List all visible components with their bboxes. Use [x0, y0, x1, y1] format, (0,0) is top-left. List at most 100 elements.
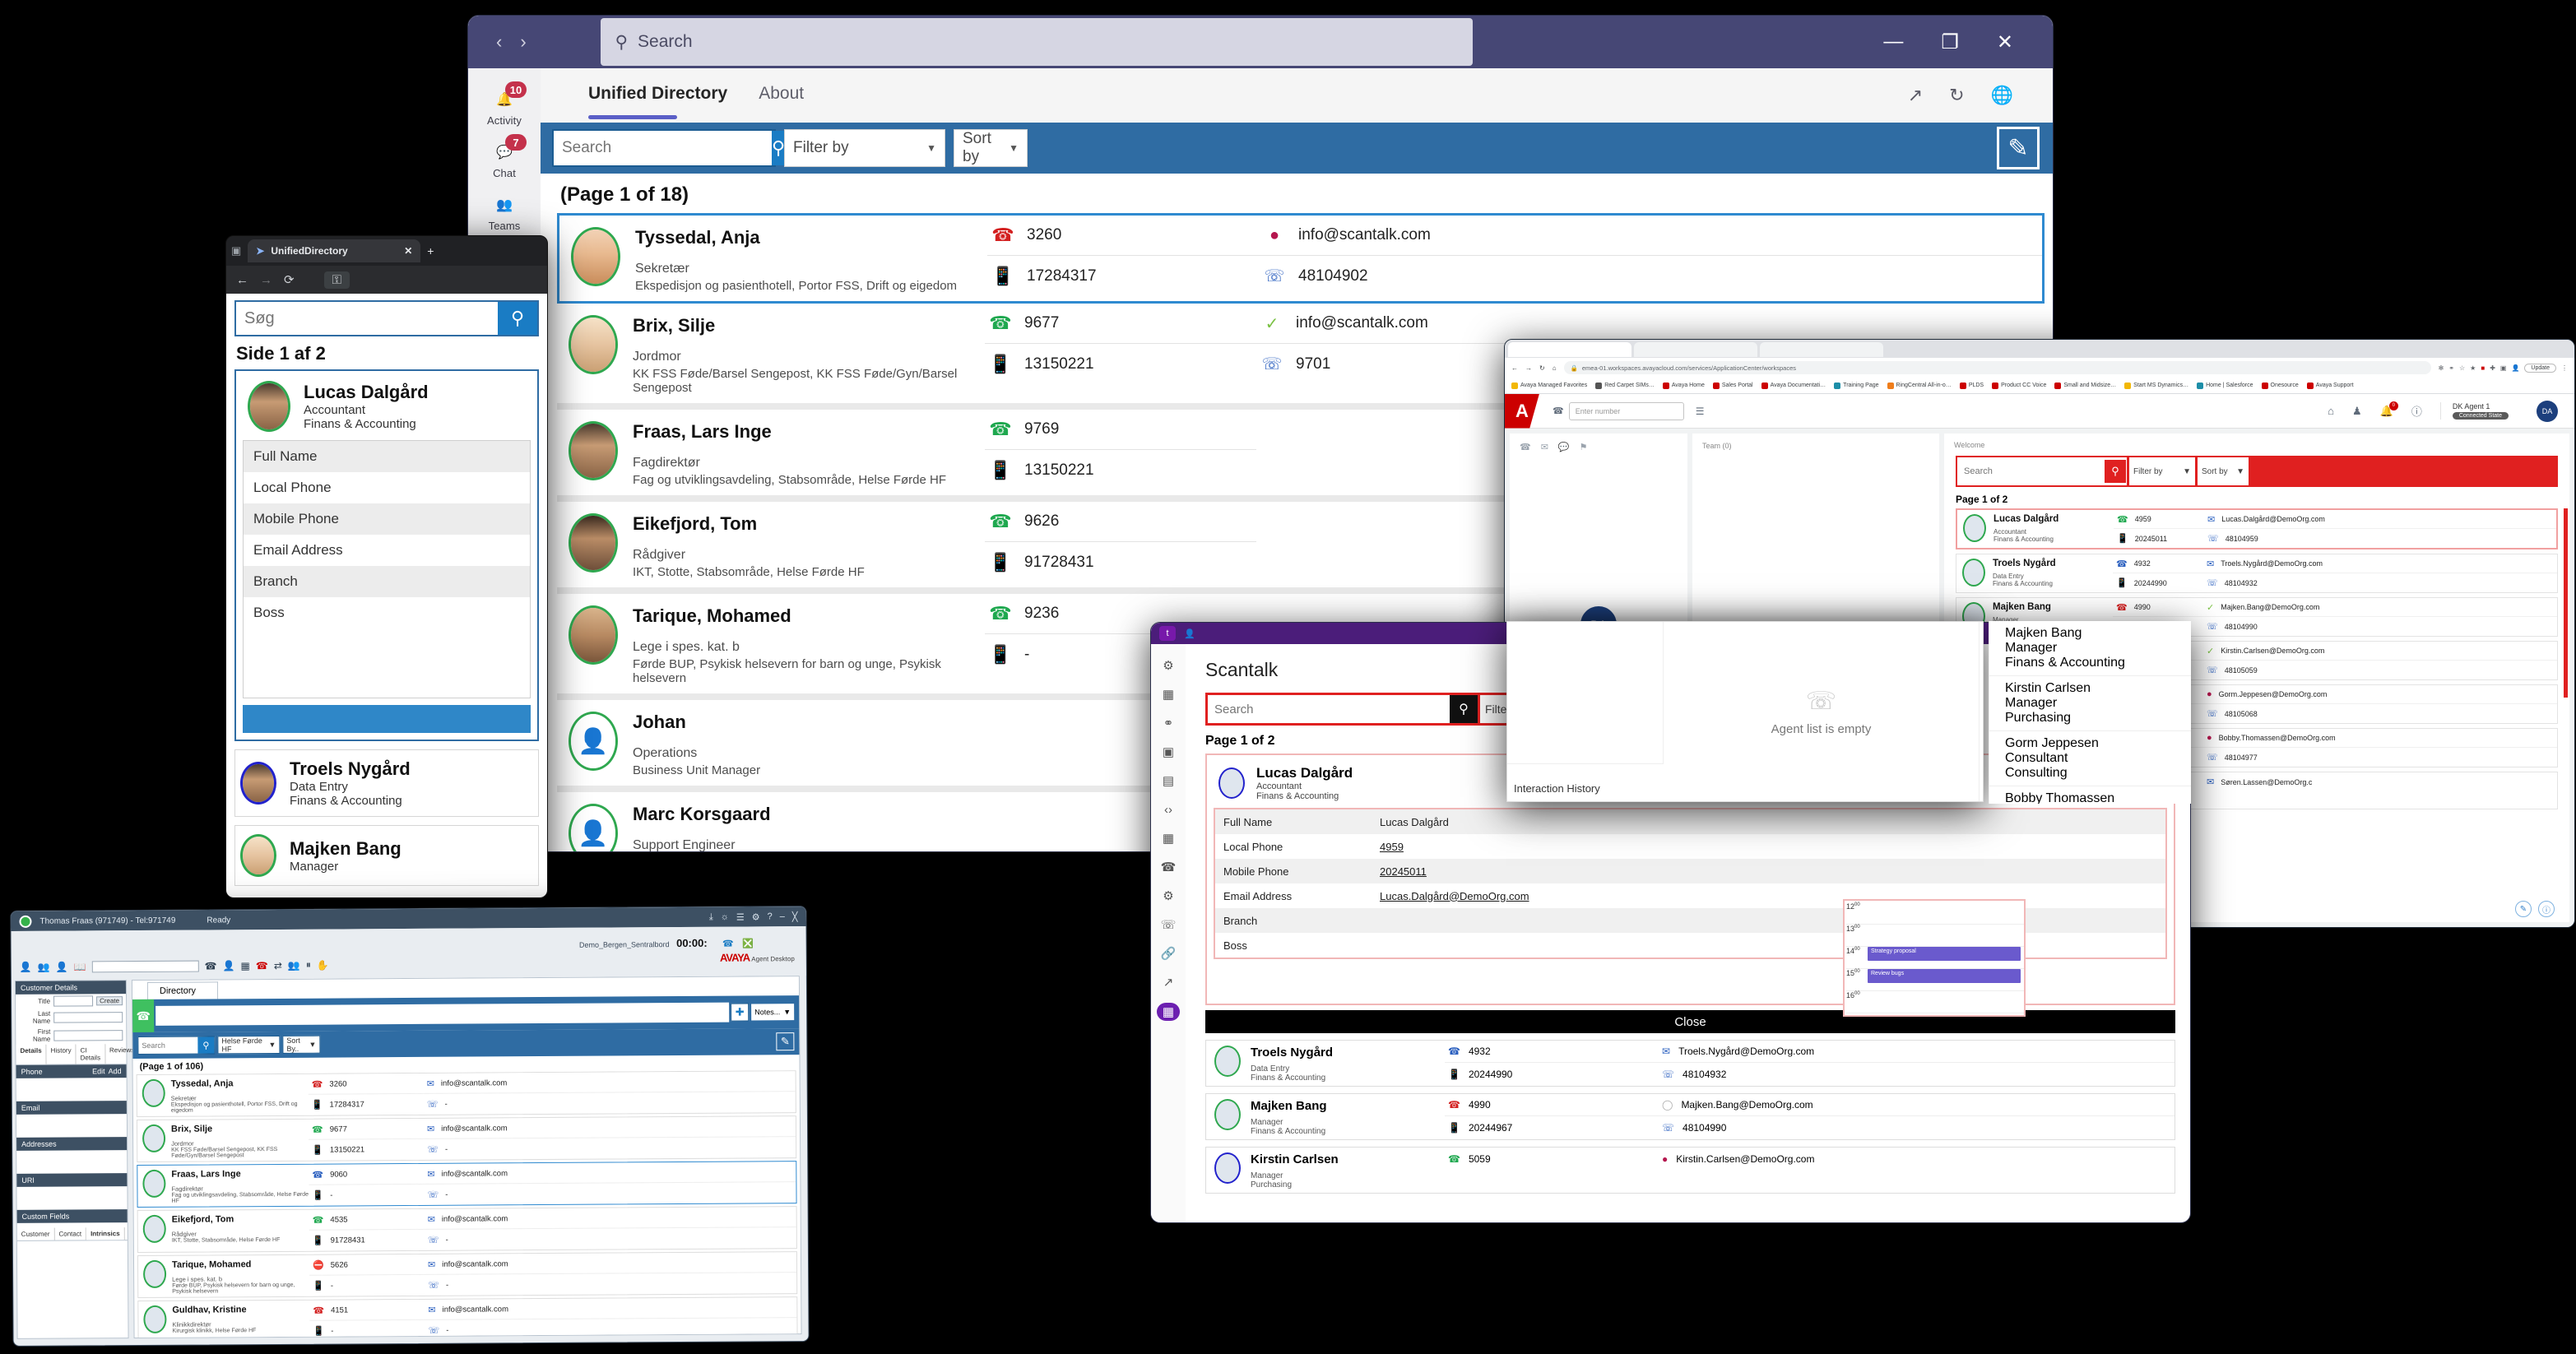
update-button[interactable]: Update: [2524, 363, 2556, 373]
create-button[interactable]: Create: [96, 996, 123, 1006]
bookmark-item[interactable]: Avaya Support: [2306, 382, 2354, 389]
hangup-icon[interactable]: ☎: [256, 960, 268, 971]
mobile-cell[interactable]: 📱 20244990: [2113, 573, 2203, 592]
code-icon[interactable]: ‹›: [1158, 801, 1178, 818]
browser-tab[interactable]: [1634, 342, 1757, 357]
reload-icon[interactable]: ↻: [1539, 364, 1545, 372]
card-action-bar[interactable]: [243, 705, 531, 733]
phone-icon[interactable]: ☎: [132, 999, 155, 1033]
tab-about[interactable]: About: [759, 84, 804, 107]
avatar[interactable]: DA: [2537, 400, 2558, 422]
bookmark-item[interactable]: Product CC Voice: [1992, 382, 2046, 389]
answer-call-icon[interactable]: ☎: [722, 939, 734, 949]
desk-cell[interactable]: ☏ 48105068: [2203, 704, 2557, 723]
mobile-cell[interactable]: 📱 91728431: [309, 1230, 425, 1251]
customer-field[interactable]: Title Create: [16, 994, 126, 1009]
bell-icon[interactable]: 🔔 0: [2380, 401, 2398, 418]
gear-icon[interactable]: ⚙: [752, 911, 760, 922]
list-item[interactable]: Gorm Jeppesen Consultant Consulting: [1989, 731, 2191, 786]
profile-icon[interactable]: 👤: [2511, 364, 2519, 372]
search-input[interactable]: [1957, 466, 2104, 476]
mobile-cell[interactable]: 📱 91728431: [985, 542, 1256, 582]
email-cell[interactable]: ✓ Majken.Bang@DemoOrg.com: [2203, 598, 2557, 617]
headset-icon[interactable]: ☏: [1158, 916, 1178, 933]
phone-cell[interactable]: ☎ 9060: [309, 1163, 425, 1185]
desk-cell[interactable]: ☏ 48104990: [2203, 617, 2557, 636]
email-cell[interactable]: ✉ info@scantalk.com: [423, 1071, 796, 1094]
notes-select[interactable]: Notes... ▼: [751, 1004, 795, 1021]
edit-square-icon[interactable]: ✎: [776, 1032, 795, 1051]
contact-list[interactable]: Troels Nygård Data Entry Finans & Accoun…: [1205, 1040, 2175, 1194]
mobile-cell[interactable]: 📱 13150221: [985, 450, 1256, 490]
calendar-row[interactable]: 1600: [1846, 991, 2024, 1013]
bookmark-item[interactable]: Training Page: [1834, 382, 1879, 389]
phone-icon[interactable]: ☎: [1158, 859, 1178, 875]
list-item[interactable]: Kirstin Carlsen Manager Purchasing: [1989, 676, 2191, 731]
refresh-icon[interactable]: ↻: [1949, 85, 1964, 106]
forward-icon[interactable]: →: [260, 273, 272, 287]
tab-customer[interactable]: Customer: [16, 1227, 55, 1240]
bookmark-item[interactable]: Avaya Managed Favorites: [1511, 382, 1587, 389]
edit-square-icon[interactable]: ✎: [1997, 127, 2040, 169]
desk-cell[interactable]: ☏ 48104990: [1659, 1116, 2175, 1138]
email-cell[interactable]: ● info@scantalk.com: [1259, 216, 2042, 256]
chat-icon[interactable]: 💬: [1558, 442, 1570, 452]
pin-icon[interactable]: ⤓: [709, 911, 713, 922]
mobile-cell[interactable]: 📱 20245011: [2114, 529, 2204, 548]
phone-cell[interactable]: ☎ 4959: [2114, 510, 2204, 529]
bookmark-item[interactable]: Home | Salesforce: [2197, 382, 2253, 389]
dial-input[interactable]: [91, 960, 199, 972]
menu-icon[interactable]: ☰: [736, 911, 745, 922]
call-notes-input[interactable]: [155, 1002, 730, 1026]
phone-cell[interactable]: ☎ 4932: [1445, 1041, 1659, 1063]
desk-cell[interactable]: ☏ -: [425, 1227, 796, 1250]
mobile-cell[interactable]: 📱 17284317: [309, 1094, 424, 1115]
customer-field[interactable]: First Name: [16, 1026, 126, 1045]
sort-by-select[interactable]: Sort by ▼: [954, 129, 1028, 167]
sidebar-item-activity[interactable]: 🔔 Activity 10: [468, 80, 541, 132]
calendar-row[interactable]: 1300: [1846, 925, 2024, 947]
table-row[interactable]: Brix, Silje Jordmor KK FSS Føde/Barsel S…: [136, 1115, 797, 1163]
filter-by-select[interactable]: Filter by ▼: [784, 129, 945, 167]
list-item[interactable]: Majken Bang Manager: [234, 825, 539, 886]
bell-icon[interactable]: ☼: [721, 911, 729, 922]
phone-cell[interactable]: ☎ 4151: [309, 1299, 425, 1321]
add-note-icon[interactable]: ✚: [731, 1003, 750, 1022]
email-cell[interactable]: ✉ info@scantalk.com: [423, 1116, 796, 1139]
close-button[interactable]: Close: [1205, 1010, 2175, 1033]
email-icon[interactable]: ✉: [1541, 442, 1548, 452]
email-cell[interactable]: ● Kirstin.Carlsen@DemoOrg.com: [1659, 1148, 2175, 1170]
server-icon[interactable]: ▤: [1158, 772, 1178, 789]
back-icon[interactable]: ←: [1511, 364, 1518, 372]
sort-by-select[interactable]: Sort By.. ▼: [282, 1035, 321, 1054]
mobile-cell[interactable]: 📱 -: [309, 1275, 425, 1296]
desk-cell[interactable]: ☏ 48104977: [2203, 748, 2557, 767]
contact-list[interactable]: Tyssedal, Anja Sekretær Ekspedisjon og p…: [133, 1070, 801, 1338]
customer-bottom-tabs[interactable]: Customer Contact Intrinsics: [16, 1227, 128, 1241]
table-row[interactable]: Guldhav, Kristine Klinikkdirektør Kirurg…: [137, 1296, 798, 1338]
info-icon[interactable]: ⓘ: [2538, 901, 2555, 917]
bookmark-item[interactable]: Onesource: [2261, 382, 2299, 389]
table-row[interactable]: Kirstin Carlsen Manager Purchasing ☎ 505…: [1205, 1147, 2175, 1194]
email-cell[interactable]: ✉ Troels.Nygård@DemoOrg.com: [2203, 554, 2557, 573]
book-icon[interactable]: 📖: [74, 961, 86, 972]
email-cell[interactable]: ● Bobby.Thomassen@DemoOrg.com: [2203, 729, 2557, 748]
global-search-input[interactable]: ⚲ Search: [600, 18, 1473, 66]
phone-cell[interactable]: ☎ 3260: [987, 216, 1259, 256]
phone-cell[interactable]: ☎ 9769: [985, 410, 1256, 450]
agent-status-box[interactable]: DK Agent 1 Connected State: [2439, 402, 2509, 420]
phone-cell[interactable]: ☎ 4535: [309, 1208, 425, 1231]
calendar-row[interactable]: 1400 Strategy proposal: [1846, 947, 2024, 969]
table-row[interactable]: Lucas Dalgård Accountant Finans & Accoun…: [1956, 508, 2558, 549]
keypad-icon[interactable]: ▦: [240, 960, 249, 971]
table-icon[interactable]: ▦: [1158, 686, 1178, 703]
search-button[interactable]: ⚲: [498, 302, 537, 335]
desk-cell[interactable]: ☏ 48104932: [2203, 573, 2557, 592]
list-item[interactable]: Majken Bang Manager Finans & Accounting: [1989, 621, 2191, 676]
tab-ci-details[interactable]: CI Details: [76, 1044, 106, 1064]
gear-icon[interactable]: ⚙: [1158, 888, 1178, 904]
mobile-cell[interactable]: 📱 13150221: [985, 344, 1256, 384]
email-cell[interactable]: ✉ info@scantalk.com: [424, 1207, 796, 1230]
email-cell[interactable]: ✓ Kirstin.Carlsen@DemoOrg.com: [2203, 642, 2557, 661]
search-input[interactable]: [1208, 695, 1450, 723]
